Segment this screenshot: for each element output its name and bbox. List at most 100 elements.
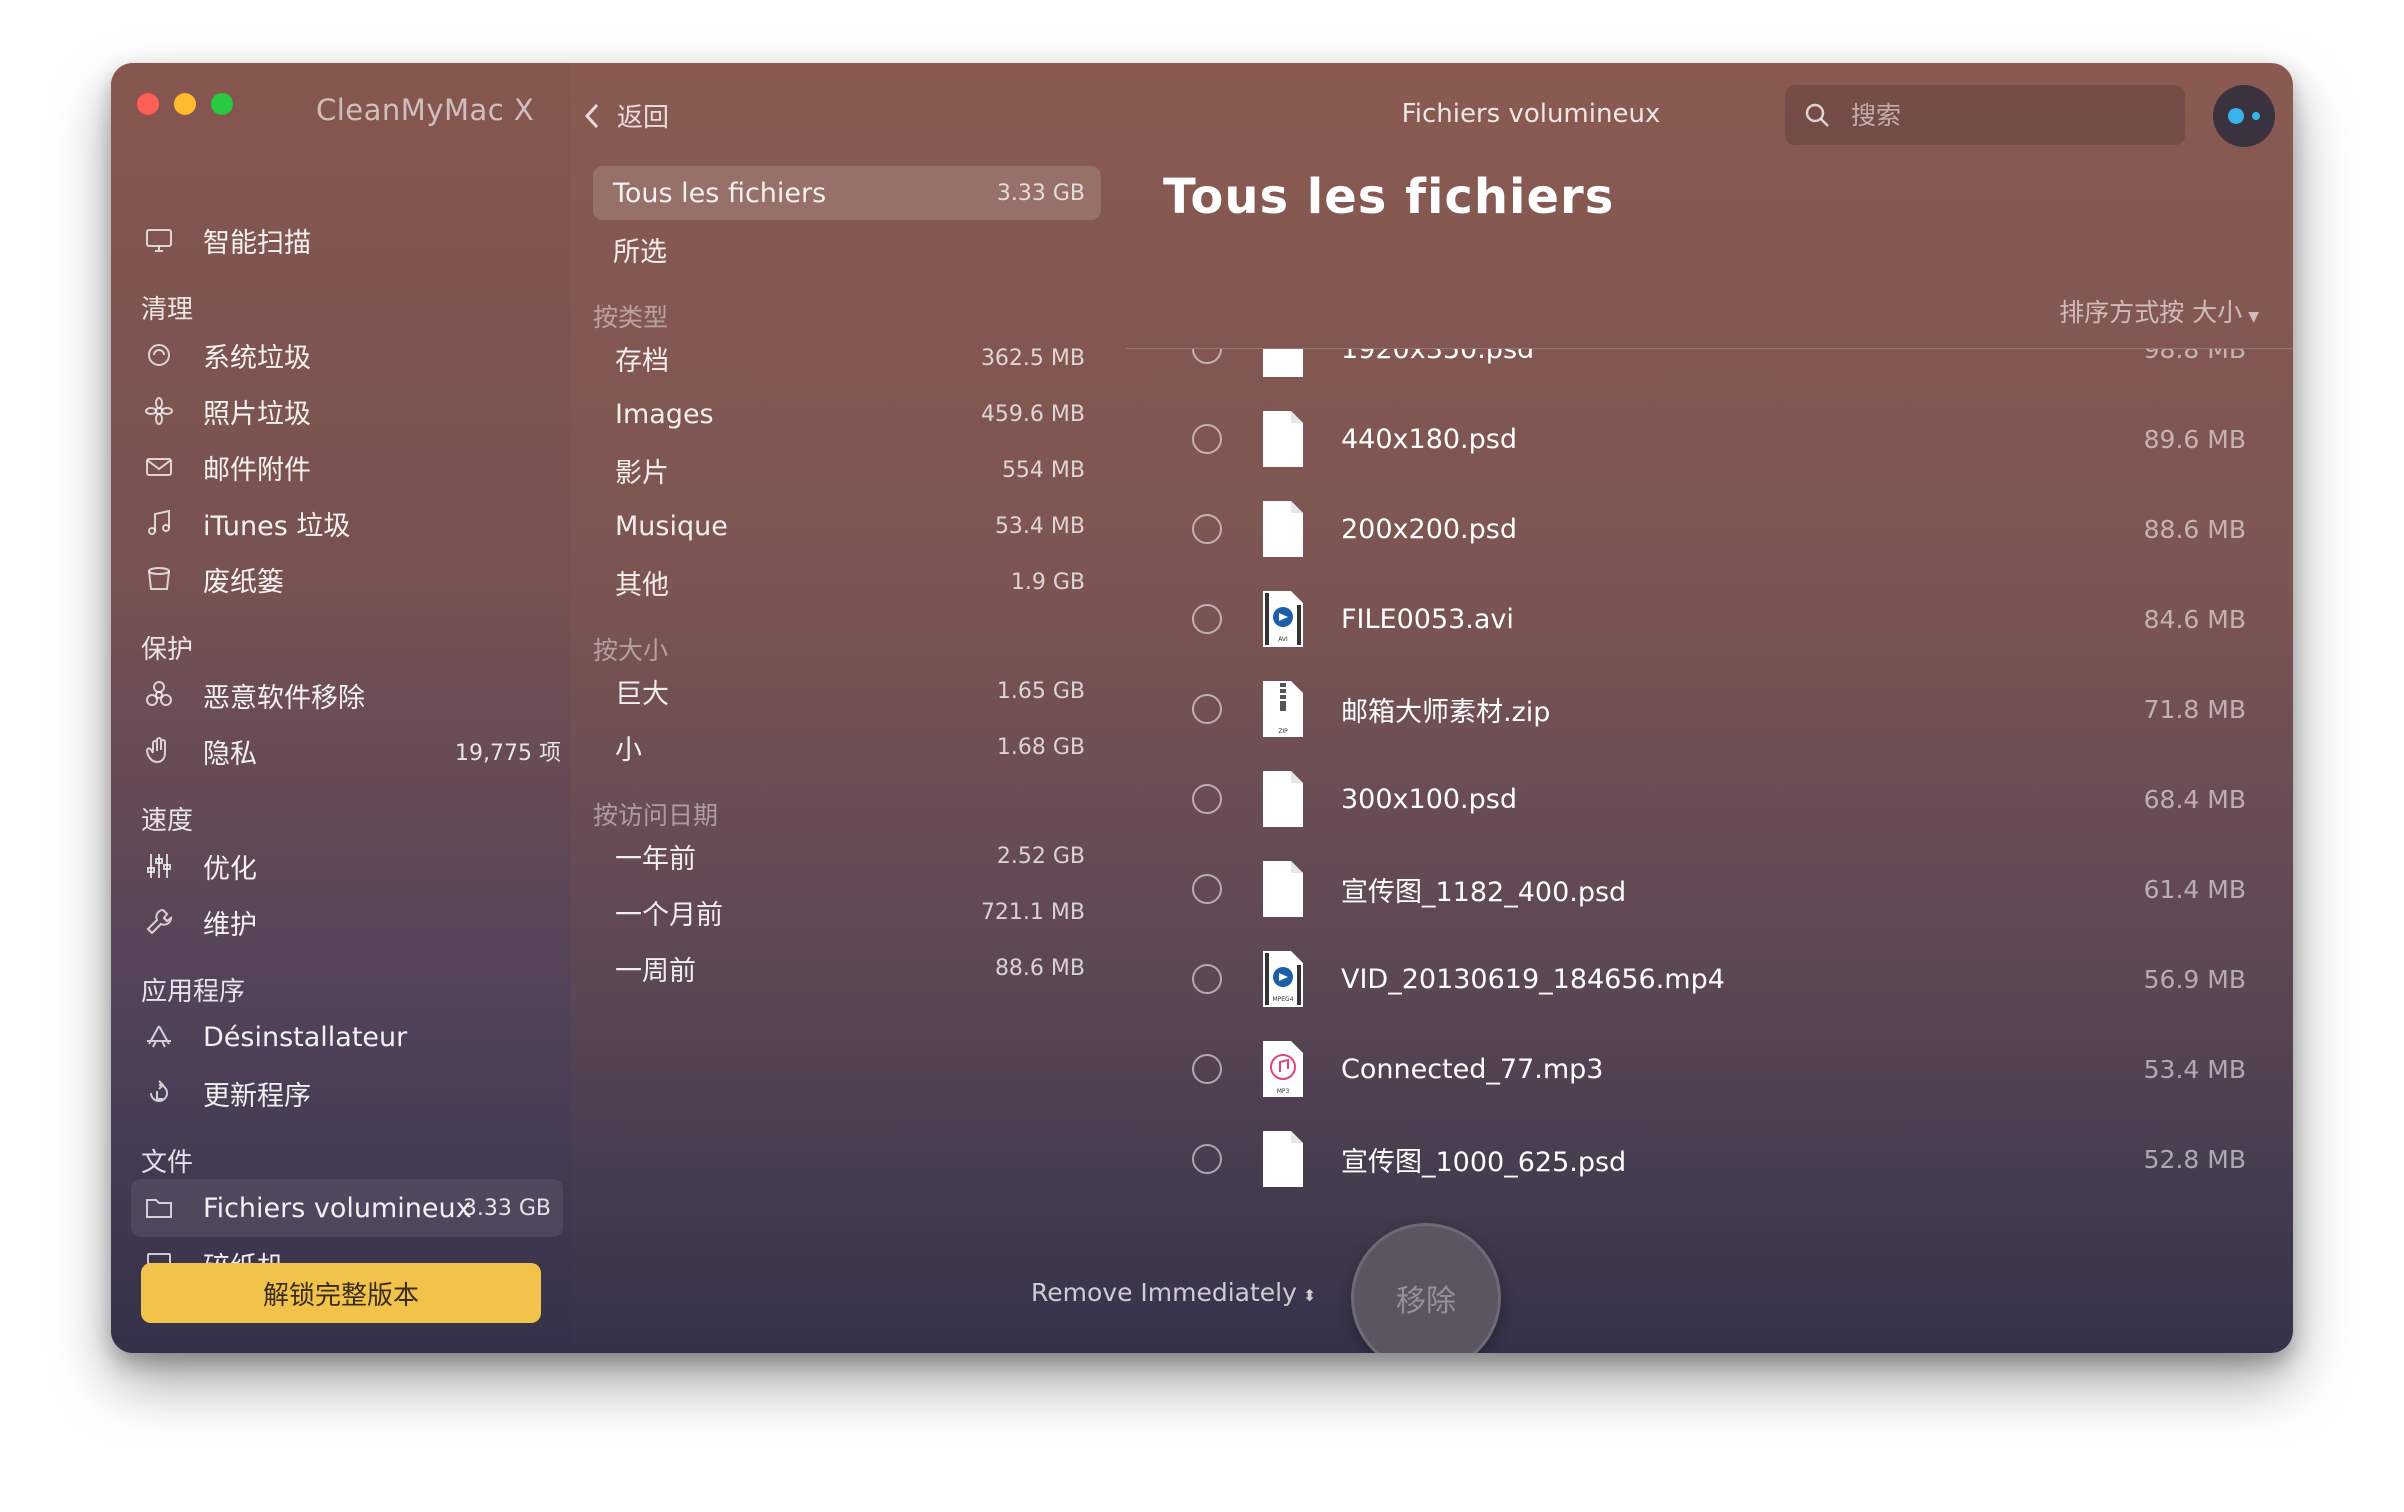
filter-size: 459.6 MB bbox=[980, 401, 1085, 427]
file-row[interactable]: AVI FILE0053.avi 84.6 MB bbox=[1126, 574, 2293, 664]
file-row[interactable]: 宣传图_1000_625.psd 52.8 MB bbox=[1126, 1114, 2293, 1204]
file-row[interactable]: 300x100.psd 68.4 MB bbox=[1126, 754, 2293, 844]
video-file-icon: MPEG4 bbox=[1263, 951, 1303, 1007]
filter-access-year[interactable]: 一年前 2.52 GB bbox=[593, 829, 1101, 883]
envelope-icon bbox=[141, 449, 177, 485]
filter-selected[interactable]: 所选 bbox=[593, 222, 1101, 276]
sidebar-item-label: 优化 bbox=[203, 853, 257, 885]
search-icon bbox=[1805, 103, 1829, 127]
file-row[interactable]: 宣传图_1182_400.psd 61.4 MB bbox=[1126, 844, 2293, 934]
sidebar-item-label: 邮件附件 bbox=[203, 454, 311, 486]
filter-access-week[interactable]: 一周前 88.6 MB bbox=[593, 941, 1101, 995]
sidebar-item-privacy[interactable]: 隐私 19,775 项 bbox=[141, 728, 561, 774]
filter-size: 1.9 GB bbox=[1010, 569, 1085, 595]
file-row[interactable]: ZIP 邮箱大师素材.zip 71.8 MB bbox=[1126, 664, 2293, 754]
privacy-count: 19,775 项 bbox=[455, 741, 561, 766]
filter-label: 一个月前 bbox=[615, 899, 723, 931]
sidebar-item-uninstaller[interactable]: Désinstallateur bbox=[141, 1014, 561, 1060]
sidebar-item-label: 智能扫描 bbox=[203, 227, 311, 259]
file-size: 89.6 MB bbox=[2143, 424, 2246, 454]
file-name: Connected_77.mp3 bbox=[1341, 1053, 1604, 1085]
close-window-button[interactable] bbox=[137, 93, 159, 115]
file-list: 1920x350.psd 98.8 MB 440x180.psd 89.6 MB… bbox=[1126, 348, 2293, 1229]
file-name: VID_20130619_184656.mp4 bbox=[1341, 963, 1725, 995]
select-checkbox[interactable] bbox=[1192, 874, 1222, 904]
file-size: 56.9 MB bbox=[2143, 964, 2246, 994]
file-row[interactable]: 200x200.psd 88.6 MB bbox=[1126, 484, 2293, 574]
file-name: 宣传图_1182_400.psd bbox=[1341, 876, 1627, 908]
filter-size: 53.4 MB bbox=[994, 513, 1085, 539]
music-note-icon bbox=[141, 505, 177, 541]
filter-type-archives[interactable]: 存档 362.5 MB bbox=[593, 331, 1101, 385]
sidebar-item-large-files[interactable]: Fichiers volumineux 3.33 GB bbox=[131, 1179, 563, 1237]
search-input[interactable] bbox=[1849, 99, 2153, 131]
select-checkbox[interactable] bbox=[1192, 424, 1222, 454]
filter-label: Images bbox=[615, 398, 714, 430]
filter-label: Tous les fichiers bbox=[613, 177, 827, 209]
select-checkbox[interactable] bbox=[1192, 604, 1222, 634]
search-box[interactable] bbox=[1785, 85, 2185, 145]
select-checkbox[interactable] bbox=[1192, 694, 1222, 724]
sidebar-item-photo-junk[interactable]: 照片垃圾 bbox=[141, 388, 561, 434]
window-title: Fichiers volumineux bbox=[1401, 99, 1661, 129]
filter-all-files[interactable]: Tous les fichiers 3.33 GB bbox=[593, 166, 1101, 220]
file-name: 440x180.psd bbox=[1341, 423, 1517, 455]
filter-label: 其他 bbox=[615, 569, 669, 601]
remove-mode-dropdown[interactable]: Remove Immediately ⬍ bbox=[1031, 1278, 1316, 1307]
sidebar-item-maintenance[interactable]: 维护 bbox=[141, 899, 561, 945]
filter-access-month[interactable]: 一个月前 721.1 MB bbox=[593, 885, 1101, 939]
monitor-icon bbox=[141, 222, 177, 258]
filter-label: 所选 bbox=[613, 236, 667, 268]
filter-section-by-type: 按类型 bbox=[593, 303, 669, 332]
sidebar-item-label: 隐私 bbox=[203, 738, 257, 770]
file-name: 200x200.psd bbox=[1341, 513, 1517, 545]
assistant-button[interactable] bbox=[2213, 85, 2275, 147]
file-row[interactable]: 1920x350.psd 98.8 MB bbox=[1126, 349, 2293, 394]
section-files: 文件 bbox=[141, 1148, 194, 1178]
sort-dropdown[interactable]: 排序方式按 大小 ▼ bbox=[2059, 293, 2259, 329]
minimize-window-button[interactable] bbox=[174, 93, 196, 115]
zoom-window-button[interactable] bbox=[211, 93, 233, 115]
sidebar-item-smart-scan[interactable]: 智能扫描 bbox=[141, 217, 561, 263]
remove-button[interactable]: 移除 bbox=[1351, 1223, 1501, 1353]
select-checkbox[interactable] bbox=[1192, 514, 1222, 544]
biohazard-icon bbox=[141, 677, 177, 713]
sidebar-item-label: Fichiers volumineux bbox=[203, 1192, 472, 1224]
document-icon bbox=[1263, 1131, 1303, 1187]
file-size: 53.4 MB bbox=[2143, 1054, 2246, 1084]
filter-type-other[interactable]: 其他 1.9 GB bbox=[593, 555, 1101, 609]
sidebar-item-itunes-junk[interactable]: iTunes 垃圾 bbox=[141, 500, 561, 546]
sidebar-item-optimization[interactable]: 优化 bbox=[141, 843, 561, 889]
file-row[interactable]: 440x180.psd 89.6 MB bbox=[1126, 394, 2293, 484]
filter-type-images[interactable]: Images 459.6 MB bbox=[593, 387, 1101, 441]
file-size: 61.4 MB bbox=[2143, 874, 2246, 904]
filter-type-movies[interactable]: 影片 554 MB bbox=[593, 443, 1101, 497]
sidebar-item-updater[interactable]: 更新程序 bbox=[141, 1070, 561, 1116]
back-button[interactable]: 返回 bbox=[581, 97, 669, 134]
sidebar-item-malware-removal[interactable]: 恶意软件移除 bbox=[141, 672, 561, 718]
select-checkbox[interactable] bbox=[1192, 349, 1222, 364]
filter-size: 362.5 MB bbox=[980, 345, 1085, 371]
sidebar-item-label: 更新程序 bbox=[203, 1080, 311, 1112]
file-size: 88.6 MB bbox=[2143, 514, 2246, 544]
back-label: 返回 bbox=[617, 103, 670, 133]
file-row[interactable]: MPEG4 VID_20130619_184656.mp4 56.9 MB bbox=[1126, 934, 2293, 1024]
select-checkbox[interactable] bbox=[1192, 1144, 1222, 1174]
recycle-icon bbox=[141, 337, 177, 373]
select-checkbox[interactable] bbox=[1192, 1054, 1222, 1084]
select-checkbox[interactable] bbox=[1192, 964, 1222, 994]
filter-size-small[interactable]: 小 1.68 GB bbox=[593, 720, 1101, 774]
sort-label: 排序方式按 大小 bbox=[2059, 298, 2243, 327]
assistant-dot-icon bbox=[2228, 108, 2244, 124]
filter-section-by-size: 按大小 bbox=[593, 636, 669, 665]
filter-size-huge[interactable]: 巨大 1.65 GB bbox=[593, 664, 1101, 718]
sidebar-item-label: 维护 bbox=[203, 909, 257, 941]
file-row[interactable]: MP3 Connected_77.mp3 53.4 MB bbox=[1126, 1024, 2293, 1114]
filter-type-music[interactable]: Musique 53.4 MB bbox=[593, 499, 1101, 553]
document-icon bbox=[1263, 411, 1303, 467]
sidebar-item-system-junk[interactable]: 系统垃圾 bbox=[141, 332, 561, 378]
unlock-full-version-button[interactable]: 解锁完整版本 bbox=[141, 1263, 541, 1323]
sidebar-item-mail-attachments[interactable]: 邮件附件 bbox=[141, 444, 561, 490]
select-checkbox[interactable] bbox=[1192, 784, 1222, 814]
sidebar-item-trash-bins[interactable]: 废纸篓 bbox=[141, 556, 561, 602]
